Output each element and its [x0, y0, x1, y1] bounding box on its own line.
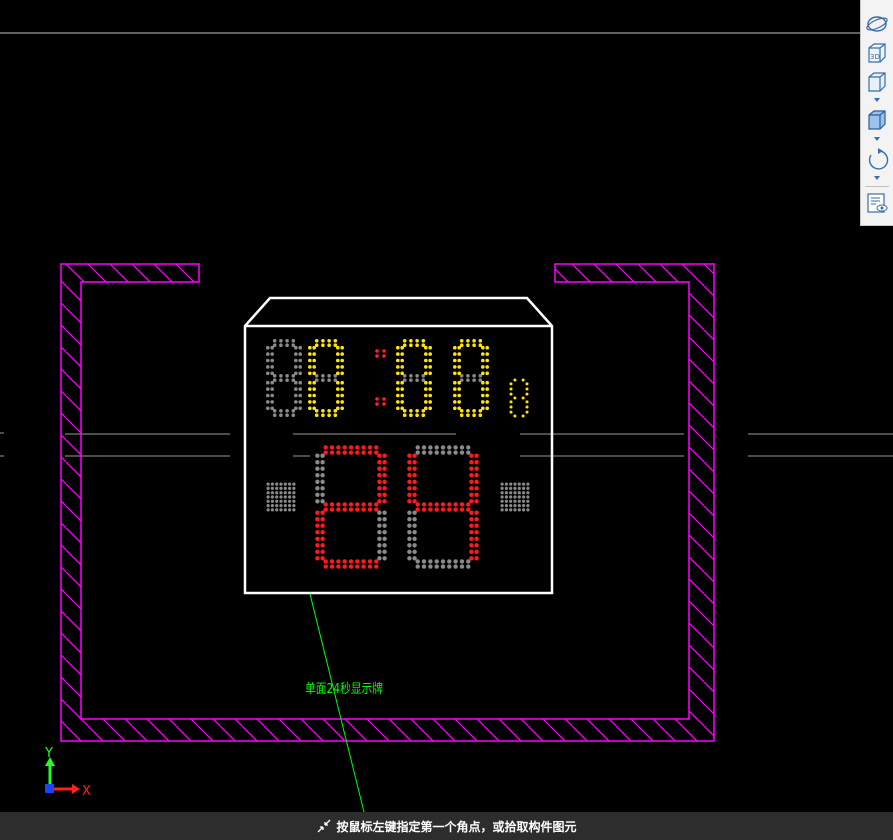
rotate-icon[interactable] — [865, 147, 889, 171]
annotation-label: 单面24秒显示牌 — [305, 681, 383, 697]
status-bar: 按鼠标左键指定第一个角点，或拾取构件图元 — [0, 812, 893, 840]
hatched-wall — [60, 263, 715, 742]
shaded-cube-icon[interactable] — [865, 108, 889, 132]
orbit-icon[interactable] — [865, 12, 889, 36]
status-prompt: 按鼠标左键指定第一个角点，或拾取构件图元 — [336, 819, 577, 834]
drawing-canvas[interactable]: 单面24秒显示牌 Y X — [0, 0, 893, 812]
axis-lines — [0, 432, 893, 457]
ucs-icon: Y X — [44, 746, 91, 799]
chevron-down-icon[interactable] — [873, 97, 881, 103]
chevron-down-icon[interactable] — [873, 136, 881, 142]
corner-select-icon — [318, 819, 331, 833]
3d-view-icon[interactable]: 3D — [865, 41, 889, 65]
ucs-y-label: Y — [44, 746, 53, 761]
view-cube-icon[interactable] — [865, 70, 889, 94]
chevron-down-icon[interactable] — [873, 175, 881, 181]
toolbar-separator — [865, 186, 889, 187]
scoreboard-outline[interactable] — [243, 296, 554, 595]
3d-label: 3D — [870, 53, 880, 61]
led-display — [266, 339, 530, 569]
leader-line — [309, 593, 365, 812]
view-toolbar: 3D — [860, 0, 893, 226]
ucs-x-label: X — [82, 784, 91, 799]
properties-display-icon[interactable] — [865, 191, 889, 215]
cad-drawing[interactable]: 单面24秒显示牌 Y X — [0, 0, 893, 812]
